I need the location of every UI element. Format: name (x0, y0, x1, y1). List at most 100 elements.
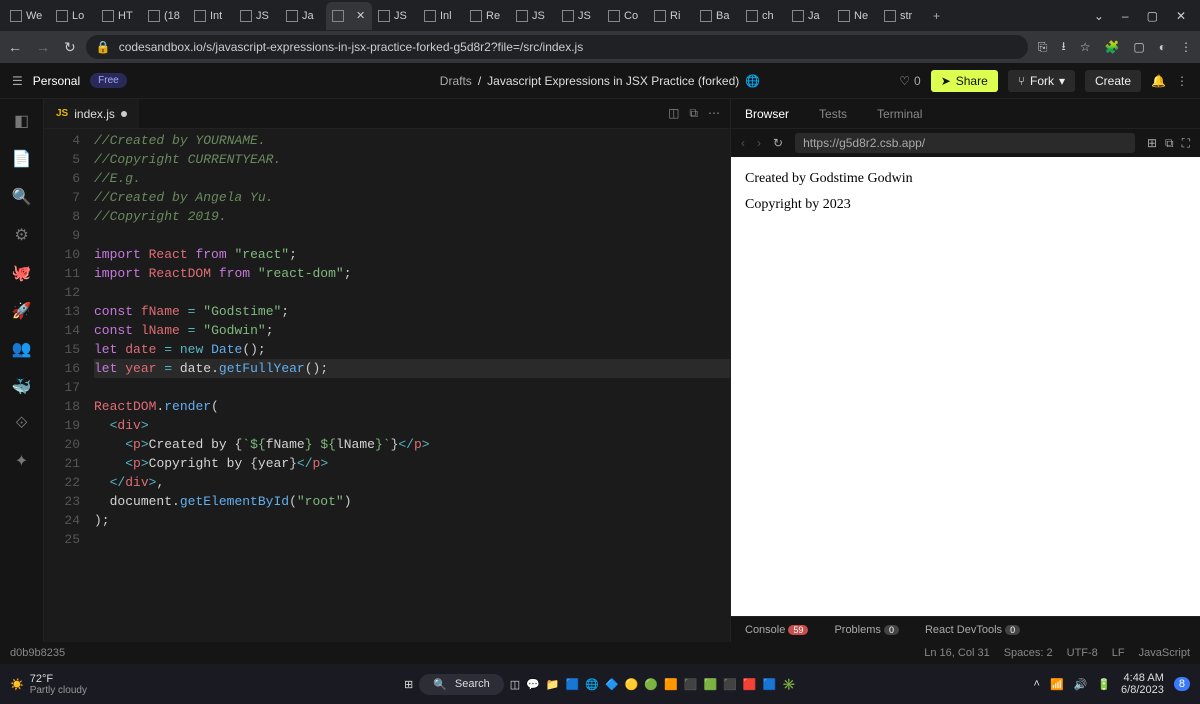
weather-widget[interactable]: ☀️ 72°F Partly cloudy (10, 673, 87, 696)
browser-tab[interactable]: We (4, 2, 50, 30)
tab-chevron-icon[interactable]: ⌄ (1094, 9, 1104, 23)
like-button[interactable]: ♡ 0 (899, 74, 920, 88)
chrome-icon[interactable]: 🟡 (625, 678, 639, 691)
wifi-icon[interactable]: 📶 (1050, 678, 1064, 691)
browser-tab[interactable]: Ja (280, 2, 326, 30)
reader-icon[interactable]: ▢ (1133, 40, 1144, 54)
create-button[interactable]: Create (1085, 70, 1141, 92)
vscode-taskbar-icon[interactable]: 🔷 (605, 678, 619, 691)
preview-url-input[interactable]: https://g5d8r2.csb.app/ (795, 133, 1135, 153)
preview-grid-icon[interactable]: ⊞ (1147, 136, 1157, 151)
app-icon[interactable]: 📁 (546, 678, 560, 691)
preview-expand-icon[interactable]: ⛶ (1182, 136, 1190, 151)
menu-icon[interactable]: ⋮ (1180, 40, 1192, 54)
browser-tab[interactable]: Co (602, 2, 648, 30)
profile-icon[interactable]: ◐ (1159, 40, 1166, 54)
nav-back-button[interactable]: ← (8, 39, 22, 55)
app-icon[interactable]: ⬛ (684, 678, 698, 691)
browser-tab[interactable]: JS (234, 2, 280, 30)
devtools-tab[interactable]: React DevTools 0 (925, 624, 1020, 636)
explorer-icon[interactable]: ◧ (14, 111, 29, 131)
code-editor[interactable]: 45678910111213141516171819202122232425 /… (44, 129, 730, 642)
nav-forward-button[interactable]: → (36, 39, 50, 55)
tray-chevron-icon[interactable]: ˄ (1034, 678, 1040, 690)
url-input[interactable]: 🔒 codesandbox.io/s/javascript-expression… (86, 35, 1028, 59)
file-tab-index[interactable]: JS index.js (44, 99, 139, 128)
window-close-button[interactable]: ✕ (1176, 9, 1186, 23)
app-icon[interactable]: 🟦 (566, 678, 580, 691)
browser-tab[interactable]: Ne (832, 2, 878, 30)
chat-icon[interactable]: 💬 (526, 678, 540, 691)
fork-button[interactable]: ⑂ Fork ▾ (1008, 70, 1075, 92)
language-mode[interactable]: JavaScript (1139, 647, 1190, 659)
spotify-icon[interactable]: 🟢 (644, 678, 658, 691)
github-icon[interactable]: 🐙 (12, 263, 32, 283)
live-icon[interactable]: 👥 (12, 339, 32, 359)
app-icon[interactable]: 🟥 (743, 678, 757, 691)
deploy-icon[interactable]: 🚀 (12, 301, 32, 321)
star-icon[interactable]: ☆ (1080, 40, 1091, 54)
taskbar-search[interactable]: 🔍 Search (419, 674, 504, 695)
clock[interactable]: 4:48 AM 6/8/2023 (1121, 672, 1164, 696)
more-icon[interactable]: ⋮ (1176, 74, 1188, 88)
preview-back-icon[interactable]: ‹ (741, 136, 745, 150)
ai-icon[interactable]: ✦ (15, 451, 28, 471)
eol[interactable]: LF (1112, 647, 1125, 659)
window-maximize-button[interactable]: ▢ (1147, 9, 1158, 23)
breadcrumb-root[interactable]: Drafts (440, 74, 472, 88)
split-left-icon[interactable]: ◫ (668, 106, 679, 121)
extensions-icon[interactable]: 🧩 (1104, 40, 1119, 54)
browser-tab[interactable]: Lo (50, 2, 96, 30)
app-icon[interactable]: 🟦 (763, 678, 777, 691)
preview-reload-icon[interactable]: ↻ (773, 136, 783, 150)
docker-icon[interactable]: 🐳 (12, 377, 32, 397)
file-icon[interactable]: 📄 (12, 149, 32, 169)
start-button[interactable]: ⊞ (404, 678, 413, 691)
app-icon[interactable]: ✳️ (782, 678, 796, 691)
preview-forward-icon[interactable]: › (757, 136, 761, 150)
browser-tab[interactable]: ch (740, 2, 786, 30)
volume-icon[interactable]: 🔊 (1074, 678, 1088, 691)
settings-icon[interactable]: ⚙ (14, 225, 28, 245)
browser-tab[interactable]: Ba (694, 2, 740, 30)
notification-badge[interactable]: 8 (1174, 677, 1190, 691)
search-rail-icon[interactable]: 🔍 (12, 187, 32, 207)
menu-button[interactable]: ☰ (12, 74, 23, 88)
vscode-icon[interactable]: ⟐ (15, 415, 28, 433)
download-icon[interactable]: ⭳ (1061, 37, 1065, 58)
tab-tests[interactable]: Tests (819, 107, 847, 121)
problems-tab[interactable]: Problems 0 (834, 624, 899, 636)
breadcrumb-title[interactable]: Javascript Expressions in JSX Practice (… (487, 74, 739, 88)
browser-tab[interactable]: JS (556, 2, 602, 30)
browser-tab[interactable]: HT (96, 2, 142, 30)
split-right-icon[interactable]: ⧉ (689, 106, 698, 121)
edge-icon[interactable]: 🌐 (585, 678, 599, 691)
window-minimize-button[interactable]: – (1122, 9, 1129, 23)
nav-reload-button[interactable]: ↻ (64, 39, 76, 56)
browser-tab[interactable]: Int (188, 2, 234, 30)
cursor-pos[interactable]: Ln 16, Col 31 (924, 647, 989, 659)
bell-icon[interactable]: 🔔 (1151, 74, 1166, 88)
browser-tab[interactable]: str (878, 2, 924, 30)
browser-tab[interactable]: (18 (142, 2, 188, 30)
commit-hash[interactable]: d0b9b8235 (10, 647, 65, 659)
browser-tab[interactable]: JS (510, 2, 556, 30)
encoding[interactable]: UTF-8 (1067, 647, 1098, 659)
taskview-icon[interactable]: ◫ (510, 678, 520, 691)
browser-tab[interactable]: Ja (786, 2, 832, 30)
browser-tab[interactable]: JS (372, 2, 418, 30)
preview-pop-icon[interactable]: ⧉ (1165, 136, 1174, 151)
tab-browser[interactable]: Browser (745, 107, 789, 121)
app-icon[interactable]: 🟧 (664, 678, 678, 691)
console-tab[interactable]: Console 59 (745, 624, 808, 636)
app-icon[interactable]: ⬛ (723, 678, 737, 691)
install-icon[interactable]: ⎘ (1038, 40, 1048, 55)
browser-tab[interactable]: Ri (648, 2, 694, 30)
workspace-name[interactable]: Personal (33, 74, 80, 88)
battery-icon[interactable]: 🔋 (1097, 678, 1111, 691)
tab-terminal[interactable]: Terminal (877, 107, 922, 121)
indent-setting[interactable]: Spaces: 2 (1004, 647, 1053, 659)
browser-tab[interactable]: ✕ (326, 2, 372, 30)
new-tab-button[interactable]: + (925, 9, 948, 23)
whatsapp-icon[interactable]: 🟩 (704, 678, 718, 691)
